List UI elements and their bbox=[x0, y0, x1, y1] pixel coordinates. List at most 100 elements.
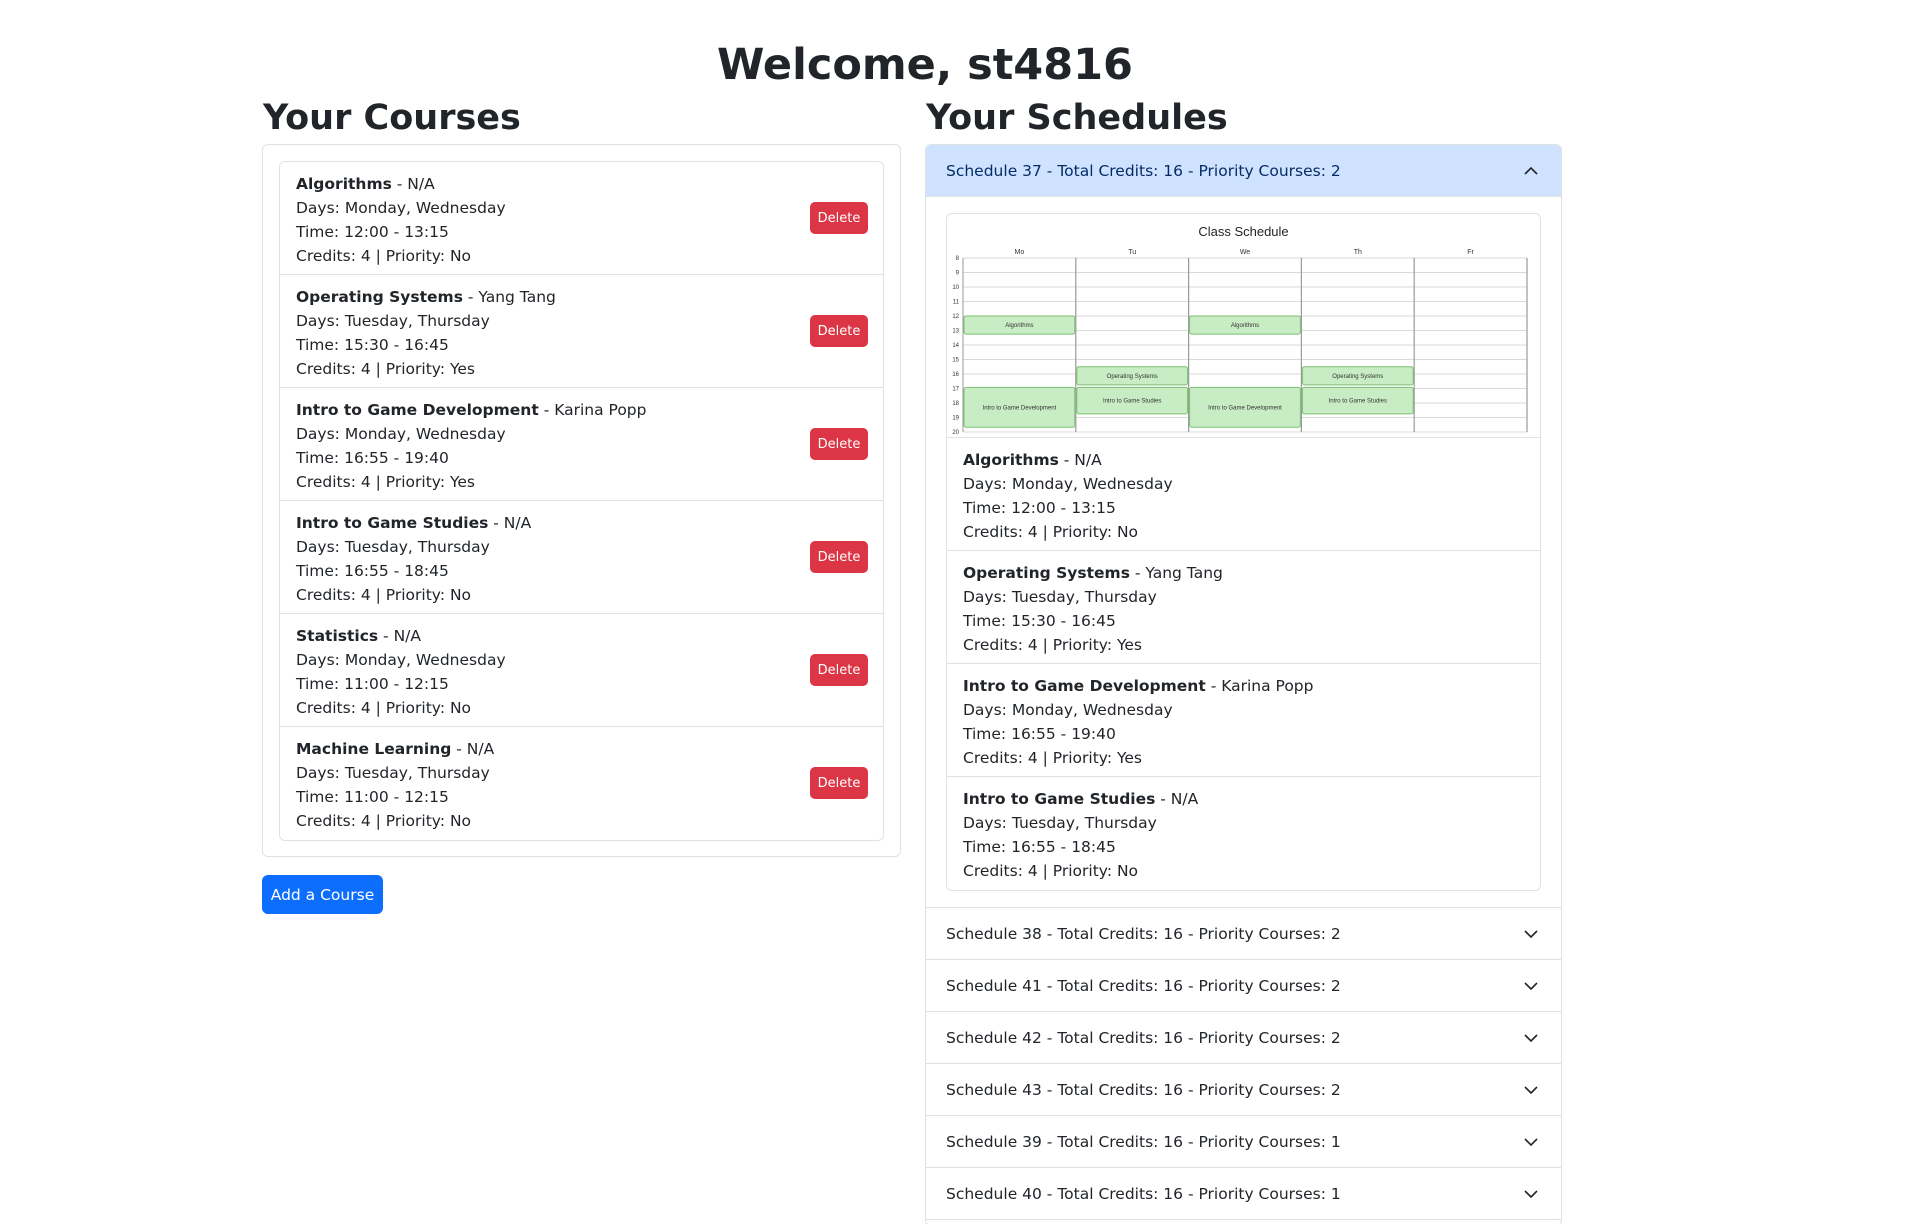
chevron-down-icon bbox=[1524, 930, 1538, 939]
course-time: Time: 11:00 - 12:15 bbox=[296, 675, 449, 693]
course-days: Days: Monday, Wednesday bbox=[296, 199, 506, 217]
schedule-header[interactable]: Schedule 43 - Total Credits: 16 - Priori… bbox=[926, 1064, 1561, 1116]
calendar-class-label: Intro to Game Studies bbox=[1329, 399, 1387, 405]
course-days: Days: Monday, Wednesday bbox=[296, 651, 506, 669]
calendar-svg: 8 9 10 11 12 13 14 15 16 17 18 19 20 Mo Tu We Th Fr Algori… bbox=[952, 249, 1528, 436]
course-instructor: - N/A bbox=[488, 514, 532, 532]
calendar-class-label: Algorithms bbox=[1231, 323, 1259, 329]
course-instructor: - N/A bbox=[451, 740, 495, 758]
calendar-hour-label: 8 bbox=[956, 256, 960, 262]
course-instructor: - N/A bbox=[1058, 451, 1102, 469]
course-meta: Credits: 4 | Priority: No bbox=[296, 586, 472, 604]
schedule-label: Schedule 43 - Total Credits: 16 - Priori… bbox=[946, 1080, 1341, 1099]
course-meta: Credits: 4 | Priority: Yes bbox=[963, 636, 1142, 654]
course-time: Time: 12:00 - 13:15 bbox=[296, 223, 449, 241]
course-days: Days: Monday, Wednesday bbox=[296, 425, 506, 443]
calendar-class-label: Algorithms bbox=[1005, 323, 1033, 329]
course-item: Algorithms - N/A Days: Monday, Wednesday… bbox=[280, 162, 883, 275]
chevron-down-icon bbox=[1524, 1138, 1538, 1147]
calendar-class-label: Intro to Game Development bbox=[1208, 405, 1282, 411]
schedule-header[interactable]: Schedule 40 - Total Credits: 16 - Priori… bbox=[926, 1168, 1561, 1220]
course-days: Days: Tuesday, Thursday bbox=[963, 588, 1157, 606]
course-list: Algorithms - N/A Days: Monday, Wednesday… bbox=[279, 161, 884, 841]
schedules-heading: Your Schedules bbox=[926, 98, 1228, 138]
course-name: Intro to Game Studies bbox=[296, 514, 489, 532]
schedule-header[interactable]: Schedule 42 - Total Credits: 16 - Priori… bbox=[926, 1012, 1561, 1064]
calendar-hour-label: 9 bbox=[956, 271, 960, 277]
delete-course-button[interactable]: Delete bbox=[810, 202, 868, 234]
schedule-detail-card: 8 9 10 11 12 13 14 15 16 17 18 19 20 Mo Tu We Th Fr Algori… bbox=[946, 213, 1541, 891]
course-time: Time: 15:30 - 16:45 bbox=[963, 612, 1116, 630]
course-meta: Credits: 4 | Priority: No bbox=[963, 523, 1139, 541]
course-item: Intro to Game Development - Karina Popp … bbox=[280, 388, 883, 501]
calendar-day-label: We bbox=[1240, 249, 1250, 256]
calendar-class-label: Operating Systems bbox=[1107, 374, 1158, 380]
calendar-day-label: Th bbox=[1354, 249, 1362, 256]
course-item: Machine Learning - N/A Days: Tuesday, Th… bbox=[280, 727, 883, 840]
courses-card: Algorithms - N/A Days: Monday, Wednesday… bbox=[262, 144, 901, 857]
chevron-down-icon bbox=[1524, 1086, 1538, 1095]
calendar-chart: 8 9 10 11 12 13 14 15 16 17 18 19 20 Mo Tu We Th Fr Algori… bbox=[947, 214, 1540, 438]
schedule-label: Schedule 39 - Total Credits: 16 - Priori… bbox=[946, 1132, 1341, 1151]
chevron-down-icon bbox=[1524, 1190, 1538, 1199]
course-meta: Credits: 4 | Priority: No bbox=[963, 862, 1139, 880]
schedules-accordion: Schedule 37 - Total Credits: 16 - Priori… bbox=[925, 144, 1562, 1224]
course-item: Operating Systems - Yang Tang Days: Tues… bbox=[280, 275, 883, 388]
calendar-hour-label: 17 bbox=[952, 387, 959, 393]
course-name: Algorithms bbox=[296, 175, 392, 193]
add-course-button[interactable]: Add a Course bbox=[262, 875, 383, 914]
course-meta: Credits: 4 | Priority: Yes bbox=[296, 360, 475, 378]
schedule-header[interactable]: Schedule 41 - Total Credits: 16 - Priori… bbox=[926, 960, 1561, 1012]
course-instructor: - N/A bbox=[1155, 790, 1199, 808]
schedule-body: 8 9 10 11 12 13 14 15 16 17 18 19 20 Mo Tu We Th Fr Algori… bbox=[926, 197, 1561, 908]
course-meta: Credits: 4 | Priority: Yes bbox=[296, 473, 475, 491]
calendar-day-label: Mo bbox=[1015, 249, 1025, 256]
delete-course-button[interactable]: Delete bbox=[810, 767, 868, 799]
course-instructor: - Karina Popp bbox=[538, 401, 647, 419]
delete-course-button[interactable]: Delete bbox=[810, 315, 868, 347]
calendar-title: Class Schedule bbox=[1198, 224, 1289, 239]
course-instructor: - Yang Tang bbox=[1129, 564, 1223, 582]
course-days: Days: Monday, Wednesday bbox=[963, 701, 1173, 719]
schedule-label: Schedule 41 - Total Credits: 16 - Priori… bbox=[946, 976, 1341, 995]
course-instructor: - N/A bbox=[378, 627, 421, 645]
calendar-class-label: Intro to Game Development bbox=[983, 405, 1057, 411]
courses-heading: Your Courses bbox=[263, 98, 521, 138]
course-time: Time: 16:55 - 18:45 bbox=[963, 838, 1116, 856]
course-name: Machine Learning bbox=[296, 740, 452, 758]
schedule-header[interactable]: Schedule 38 - Total Credits: 16 - Priori… bbox=[926, 908, 1561, 960]
calendar-class-label: Operating Systems bbox=[1332, 374, 1383, 380]
course-instructor: - Yang Tang bbox=[462, 288, 556, 306]
calendar-hour-label: 11 bbox=[953, 300, 960, 306]
chevron-down-icon bbox=[1524, 982, 1538, 991]
schedule-course-item: Intro to Game Studies - N/A Days: Tuesda… bbox=[947, 777, 1540, 890]
course-name: Statistics bbox=[296, 627, 379, 645]
chevron-down-icon bbox=[1524, 1034, 1538, 1043]
schedule-label: Schedule 38 - Total Credits: 16 - Priori… bbox=[946, 924, 1341, 943]
calendar-hour-label: 18 bbox=[952, 401, 959, 407]
schedule-label: Schedule 40 - Total Credits: 16 - Priori… bbox=[946, 1184, 1341, 1203]
course-name: Intro to Game Development bbox=[296, 401, 539, 419]
course-name: Operating Systems bbox=[296, 288, 463, 306]
course-name: Intro to Game Studies bbox=[963, 790, 1156, 808]
delete-course-button[interactable]: Delete bbox=[810, 541, 868, 573]
schedule-header[interactable]: Schedule 39 - Total Credits: 16 - Priori… bbox=[926, 1116, 1561, 1168]
course-meta: Credits: 4 | Priority: No bbox=[296, 812, 472, 830]
course-time: Time: 16:55 - 19:40 bbox=[296, 449, 449, 467]
schedule-course-item: Intro to Game Development - Karina Popp … bbox=[947, 664, 1540, 777]
delete-course-button[interactable]: Delete bbox=[810, 654, 868, 686]
schedule-label: Schedule 37 - Total Credits: 16 - Priori… bbox=[946, 161, 1341, 180]
course-days: Days: Tuesday, Thursday bbox=[296, 312, 490, 330]
delete-course-button[interactable]: Delete bbox=[810, 428, 868, 460]
course-instructor: - Karina Popp bbox=[1205, 677, 1314, 695]
calendar-hour-label: 20 bbox=[952, 430, 959, 436]
course-item: Intro to Game Studies - N/A Days: Tuesda… bbox=[280, 501, 883, 614]
calendar-hour-label: 13 bbox=[952, 329, 959, 335]
calendar-class-label: Intro to Game Studies bbox=[1103, 399, 1161, 405]
calendar-hour-label: 15 bbox=[952, 358, 959, 364]
course-name: Algorithms bbox=[963, 451, 1059, 469]
course-days: Days: Tuesday, Thursday bbox=[296, 538, 490, 556]
calendar-day-label: Tu bbox=[1128, 249, 1136, 256]
schedule-header[interactable]: Schedule 37 - Total Credits: 16 - Priori… bbox=[926, 145, 1561, 197]
calendar-hour-label: 16 bbox=[952, 372, 959, 378]
